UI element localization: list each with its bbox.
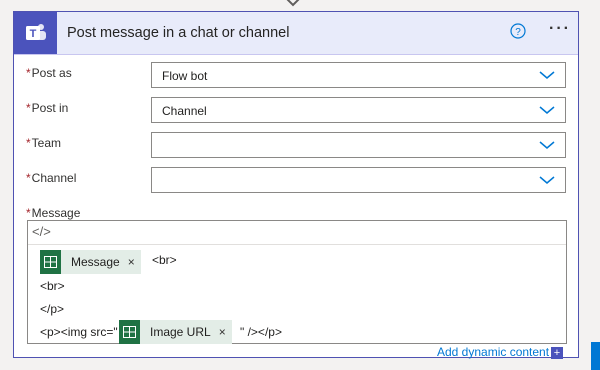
svg-text:?: ? — [515, 27, 521, 38]
add-dynamic-content-link[interactable]: Add dynamic content — [437, 345, 549, 359]
chevron-down-icon — [539, 141, 555, 149]
dynamic-token-image-url[interactable]: Image URL × — [119, 320, 232, 344]
team-label: *Team — [26, 136, 61, 150]
post-in-value: Channel — [162, 104, 207, 118]
remove-token-icon[interactable]: × — [128, 255, 135, 269]
message-label: *Message — [26, 206, 80, 220]
chevron-down-icon — [539, 106, 555, 114]
excel-icon — [40, 250, 61, 274]
editor-text: <br> — [152, 253, 177, 267]
token-label: Message — [71, 255, 120, 269]
post-as-label-text: Post as — [31, 66, 72, 80]
remove-token-icon[interactable]: × — [219, 325, 226, 339]
post-as-dropdown[interactable]: Flow bot — [151, 62, 566, 88]
required-marker: * — [26, 206, 31, 220]
action-title: Post message in a chat or channel — [67, 25, 290, 41]
panel-edge-indicator — [591, 342, 600, 370]
post-in-dropdown[interactable]: Channel — [151, 97, 566, 123]
help-icon[interactable]: ? — [510, 23, 526, 39]
editor-text: <br> — [40, 279, 65, 293]
required-marker: * — [26, 136, 31, 150]
post-as-value: Flow bot — [162, 69, 208, 83]
dynamic-token-message[interactable]: Message × — [40, 250, 141, 274]
channel-label: *Channel — [26, 171, 76, 185]
action-card: T Post message in a chat or channel ? ··… — [13, 11, 579, 358]
svg-text:T: T — [29, 28, 36, 40]
post-in-label-text: Post in — [31, 101, 69, 115]
editor-text: </p> — [40, 302, 65, 316]
add-dynamic-content-icon[interactable]: + — [551, 347, 563, 359]
code-view-icon[interactable]: </> — [32, 224, 51, 239]
editor-text: <p><img src=" — [40, 325, 118, 339]
channel-label-text: Channel — [31, 171, 77, 185]
chevron-down-icon — [539, 176, 555, 184]
editor-text: " /></p> — [240, 325, 282, 339]
teams-icon: T — [14, 12, 57, 54]
editor-divider — [28, 244, 566, 245]
excel-icon — [119, 320, 140, 344]
message-label-text: Message — [31, 206, 81, 220]
chevron-down-icon — [539, 71, 555, 79]
more-options-icon[interactable]: ··· — [549, 20, 571, 38]
team-dropdown[interactable] — [151, 132, 566, 158]
post-as-label: *Post as — [26, 66, 72, 80]
flow-connector-arrow — [286, 0, 300, 7]
required-marker: * — [26, 171, 31, 185]
required-marker: * — [26, 66, 31, 80]
team-label-text: Team — [31, 136, 62, 150]
channel-dropdown[interactable] — [151, 167, 566, 193]
message-editor[interactable]: </> Message × <br> <br> </p> <p><img src… — [27, 220, 567, 344]
required-marker: * — [26, 101, 31, 115]
post-in-label: *Post in — [26, 101, 68, 115]
token-label: Image URL — [150, 325, 211, 339]
action-header[interactable]: T Post message in a chat or channel ? ··… — [14, 12, 578, 55]
